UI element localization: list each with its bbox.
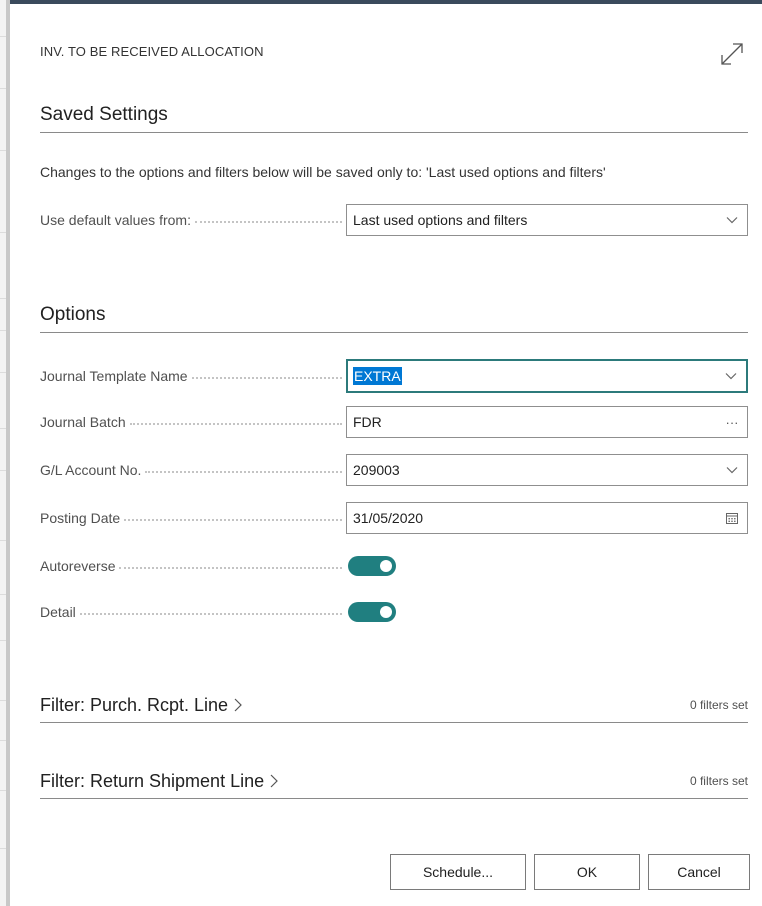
strip-mark bbox=[0, 150, 6, 151]
gl-account-label: G/L Account No. bbox=[40, 454, 342, 486]
saved-settings-divider bbox=[40, 132, 748, 133]
options-divider bbox=[40, 332, 748, 333]
journal-batch-label: Journal Batch bbox=[40, 406, 342, 438]
filter-divider bbox=[40, 798, 748, 799]
saved-settings-info: Changes to the options and filters below… bbox=[40, 164, 606, 180]
strip-mark bbox=[0, 428, 6, 429]
posting-date-value: 31/05/2020 bbox=[353, 510, 424, 526]
cancel-button[interactable]: Cancel bbox=[648, 854, 750, 890]
journal-batch-input[interactable]: FDR ··· bbox=[346, 406, 748, 438]
toggle-knob bbox=[380, 606, 392, 618]
detail-label-text: Detail bbox=[40, 604, 76, 620]
label-dots bbox=[129, 423, 342, 425]
filter-count: 0 filters set bbox=[689, 774, 748, 788]
saved-settings-heading: Saved Settings bbox=[40, 104, 168, 125]
journal-batch-label-text: Journal Batch bbox=[40, 414, 126, 430]
chevron-right-icon bbox=[232, 697, 244, 713]
journal-template-label-text: Journal Template Name bbox=[40, 368, 188, 384]
filter-count: 0 filters set bbox=[689, 698, 748, 712]
strip-mark bbox=[0, 640, 6, 641]
use-default-label: Use default values from: bbox=[40, 204, 342, 236]
journal-template-value: EXTRA bbox=[353, 367, 402, 385]
label-dots bbox=[191, 377, 342, 379]
chevron-down-icon[interactable] bbox=[724, 369, 738, 383]
chevron-down-icon[interactable] bbox=[725, 463, 739, 477]
strip-mark bbox=[0, 36, 6, 37]
left-page-strip bbox=[0, 0, 10, 906]
schedule-button[interactable]: Schedule... bbox=[390, 854, 526, 890]
posting-date-label-text: Posting Date bbox=[40, 510, 121, 526]
toggle-knob bbox=[380, 560, 392, 572]
chevron-right-icon bbox=[268, 773, 280, 789]
request-page-dialog: INV. TO BE RECEIVED ALLOCATION Saved Set… bbox=[14, 4, 762, 906]
strip-mark bbox=[0, 372, 6, 373]
strip-mark bbox=[0, 540, 6, 541]
label-dots bbox=[79, 613, 342, 615]
gl-account-select[interactable]: 209003 bbox=[346, 454, 748, 486]
posting-date-input[interactable]: 31/05/2020 bbox=[346, 502, 748, 534]
strip-mark bbox=[0, 88, 6, 89]
label-dots bbox=[145, 471, 342, 473]
strip-mark bbox=[0, 790, 6, 791]
filter-title: Filter: Purch. Rcpt. Line bbox=[40, 694, 229, 715]
autoreverse-label-text: Autoreverse bbox=[40, 558, 116, 574]
autoreverse-label: Autoreverse bbox=[40, 550, 342, 582]
expand-icon[interactable] bbox=[718, 40, 746, 68]
label-dots bbox=[194, 221, 342, 223]
use-default-value: Last used options and filters bbox=[353, 212, 528, 228]
gl-account-value: 209003 bbox=[353, 462, 400, 478]
strip-mark bbox=[0, 740, 6, 741]
chevron-down-icon[interactable] bbox=[725, 213, 739, 227]
ellipsis-lookup-button[interactable]: ··· bbox=[725, 415, 739, 430]
filter-title: Filter: Return Shipment Line bbox=[40, 770, 265, 791]
filter-purch-rcpt-line[interactable]: Filter: Purch. Rcpt. Line 0 filters set bbox=[40, 690, 748, 720]
strip-mark bbox=[0, 330, 6, 331]
detail-label: Detail bbox=[40, 596, 342, 628]
options-heading: Options bbox=[40, 304, 106, 325]
strip-mark bbox=[0, 232, 6, 233]
detail-toggle[interactable] bbox=[348, 602, 396, 622]
label-dots bbox=[124, 519, 342, 521]
filter-return-shipment-line[interactable]: Filter: Return Shipment Line 0 filters s… bbox=[40, 766, 748, 796]
use-default-select[interactable]: Last used options and filters bbox=[346, 204, 748, 236]
strip-mark bbox=[0, 848, 6, 849]
journal-batch-value: FDR bbox=[353, 414, 382, 430]
dialog-title: INV. TO BE RECEIVED ALLOCATION bbox=[40, 44, 264, 59]
gl-account-label-text: G/L Account No. bbox=[40, 462, 142, 478]
posting-date-label: Posting Date bbox=[40, 502, 342, 534]
journal-template-select[interactable]: EXTRA bbox=[346, 359, 748, 393]
strip-mark bbox=[0, 594, 6, 595]
autoreverse-toggle[interactable] bbox=[348, 556, 396, 576]
strip-mark bbox=[0, 470, 6, 471]
calendar-icon[interactable] bbox=[725, 511, 739, 525]
strip-mark bbox=[0, 700, 6, 701]
journal-template-label: Journal Template Name bbox=[40, 360, 342, 392]
filter-divider bbox=[40, 722, 748, 723]
label-dots bbox=[119, 567, 342, 569]
strip-mark bbox=[0, 298, 6, 299]
use-default-label-text: Use default values from: bbox=[40, 212, 191, 228]
ok-button[interactable]: OK bbox=[534, 854, 640, 890]
page-scrollbar[interactable] bbox=[6, 0, 10, 906]
